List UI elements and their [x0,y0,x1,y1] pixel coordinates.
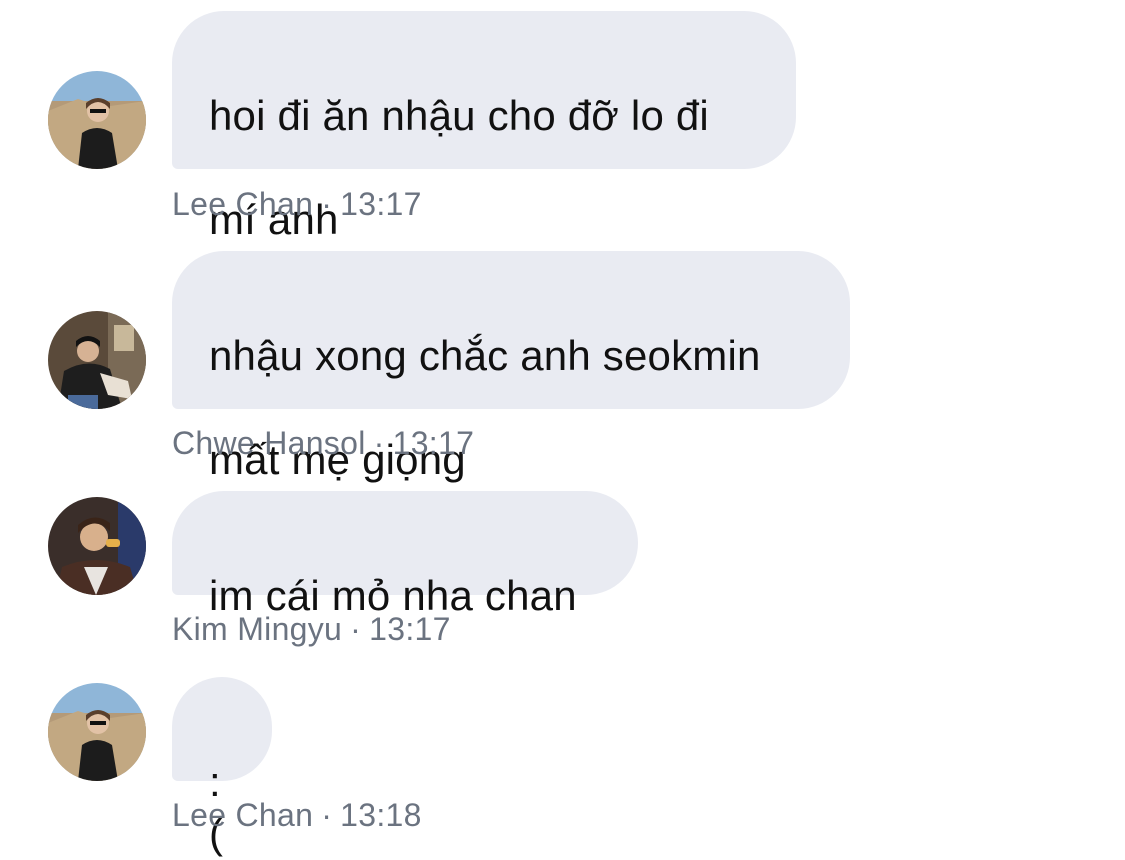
message-bubble[interactable]: nhậu xong chắc anh seokmin mất mẹ giọng [172,251,850,483]
avatar-image [48,497,146,595]
message-meta: Chwe Hansol · 13:17 [172,425,474,461]
avatar-lee-chan[interactable] [48,71,146,169]
message-bubble[interactable]: im cái mỏ nha chan [172,491,638,619]
message-bubble[interactable]: :( [172,677,272,857]
meta-separator: · [321,797,333,833]
message-text-line: nhậu xong chắc anh seokmin [209,332,761,379]
message-time: 13:17 [369,611,451,647]
avatar-image [48,311,146,409]
sender-name: Lee Chan [172,797,314,833]
avatar-chwe-hansol[interactable] [48,311,146,409]
avatar-lee-chan[interactable] [48,683,146,781]
message-time: 13:17 [340,186,422,222]
avatar-kim-mingyu[interactable] [48,497,146,595]
avatar-image [48,71,146,169]
message-meta: Lee Chan · 13:18 [172,797,422,833]
message-time: 13:18 [340,797,422,833]
sender-name: Lee Chan [172,186,314,222]
sender-name: Kim Mingyu [172,611,343,647]
message-bubble[interactable]: hoi đi ăn nhậu cho đỡ lo đi mí anh [172,11,796,358]
avatar-image [48,683,146,781]
message-time: 13:17 [392,425,475,461]
message-meta: Kim Mingyu · 13:17 [172,611,451,647]
meta-separator: · [350,611,362,647]
meta-separator: · [373,425,385,461]
sender-name: Chwe Hansol [172,425,366,461]
message-meta: Lee Chan · 13:17 [172,186,422,222]
meta-separator: · [321,186,333,222]
message-text-line: hoi đi ăn nhậu cho đỡ lo đi [209,92,709,139]
